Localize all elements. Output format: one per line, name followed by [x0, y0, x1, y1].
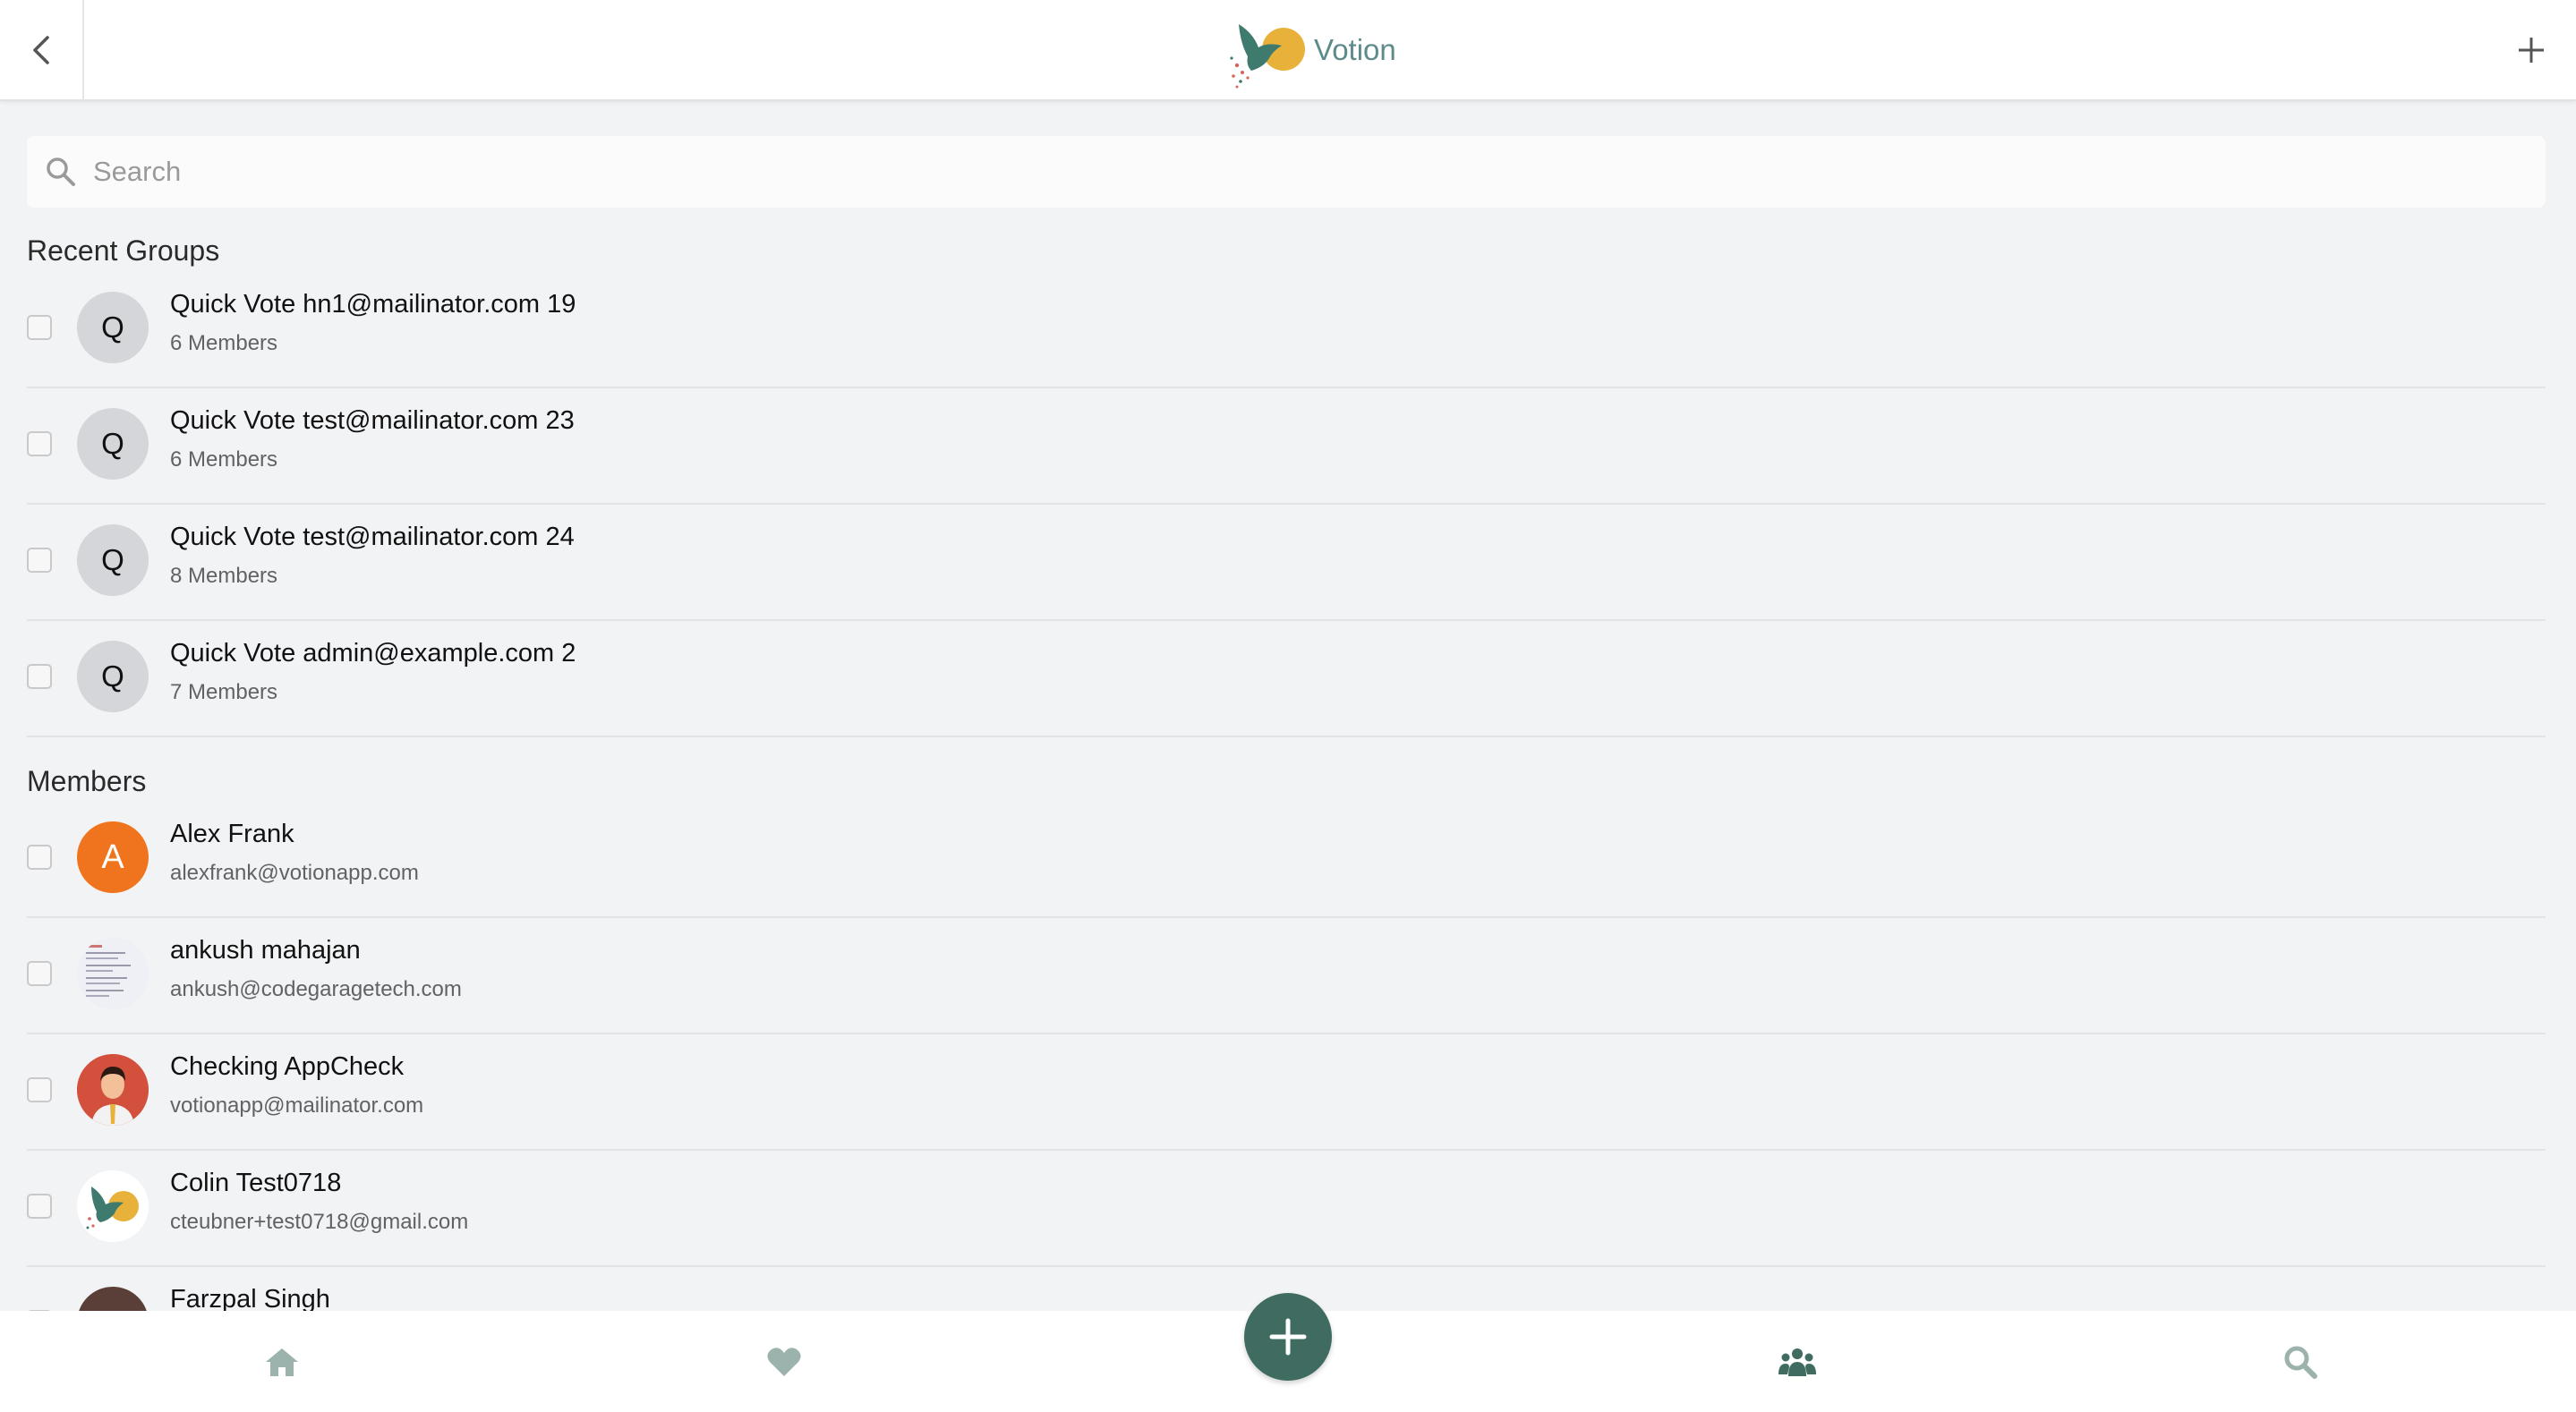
person-avatar-icon [77, 1054, 149, 1126]
avatar [77, 1170, 149, 1242]
group-member-count: 7 Members [170, 680, 278, 704]
group-name: Quick Vote hn1@mailinator.com 19 [170, 290, 576, 319]
search-input[interactable] [91, 140, 2546, 204]
member-email: cteubner+test0718@gmail.com [170, 1210, 469, 1234]
heart-icon [767, 1347, 801, 1376]
member-checkbox[interactable] [27, 845, 52, 870]
member-checkbox[interactable] [27, 1077, 52, 1102]
group-checkbox[interactable] [27, 431, 52, 456]
plus-icon [1269, 1318, 1307, 1356]
avatar: A [77, 821, 149, 893]
screenshot-thumbnail-icon [77, 938, 149, 1009]
tab-search[interactable] [2247, 1311, 2354, 1412]
group-name: Quick Vote test@mailinator.com 23 [170, 406, 575, 435]
recent-groups-heading: Recent Groups [27, 234, 220, 267]
group-avatar: Q [77, 292, 149, 363]
group-row[interactable]: Q Quick Vote test@mailinator.com 24 8 Me… [27, 505, 2546, 621]
tab-groups[interactable] [1744, 1311, 1851, 1412]
plus-icon [2519, 37, 2544, 63]
group-avatar: Q [77, 524, 149, 596]
search-bar[interactable] [27, 136, 2546, 208]
group-checkbox[interactable] [27, 548, 52, 573]
member-email: ankush@codegaragetech.com [170, 977, 462, 1001]
group-member-count: 6 Members [170, 331, 278, 355]
people-icon [1778, 1348, 1816, 1376]
group-name: Quick Vote admin@example.com 2 [170, 639, 576, 668]
member-email: votionapp@mailinator.com [170, 1093, 424, 1118]
dove-logo-icon [1230, 24, 1305, 89]
chevron-left-icon [33, 35, 49, 64]
group-row[interactable]: Q Quick Vote admin@example.com 2 7 Membe… [27, 621, 2546, 737]
group-avatar: Q [77, 408, 149, 480]
votion-logo-icon [77, 1170, 149, 1242]
app-logo: Votion [1228, 11, 1396, 89]
member-name: Colin Test0718 [170, 1169, 342, 1197]
member-checkbox[interactable] [27, 961, 52, 986]
group-checkbox[interactable] [27, 664, 52, 689]
group-name: Quick Vote test@mailinator.com 24 [170, 523, 575, 551]
add-button[interactable] [2486, 0, 2576, 99]
members-heading: Members [27, 765, 147, 797]
group-row[interactable]: Q Quick Vote hn1@mailinator.com 19 6 Mem… [27, 272, 2546, 388]
group-member-count: 6 Members [170, 447, 278, 472]
member-row[interactable]: Colin Test0718 cteubner+test0718@gmail.c… [27, 1151, 2546, 1267]
group-checkbox[interactable] [27, 315, 52, 340]
search-icon [43, 154, 79, 190]
avatar [77, 938, 149, 1009]
group-member-count: 8 Members [170, 564, 278, 588]
member-email: alexfrank@votionapp.com [170, 861, 419, 885]
tab-favorites[interactable] [730, 1311, 838, 1412]
search-icon [2284, 1346, 2317, 1379]
member-name: Alex Frank [170, 820, 294, 848]
group-avatar: Q [77, 641, 149, 712]
avatar [77, 1054, 149, 1126]
home-icon [266, 1348, 298, 1376]
member-row[interactable]: ankush mahajan ankush@codegaragetech.com [27, 918, 2546, 1034]
top-header: Votion [0, 0, 2576, 101]
member-row[interactable]: A Alex Frank alexfrank@votionapp.com [27, 802, 2546, 918]
tab-home[interactable] [228, 1311, 336, 1412]
group-row[interactable]: Q Quick Vote test@mailinator.com 23 6 Me… [27, 388, 2546, 505]
member-row[interactable]: Checking AppCheck votionapp@mailinator.c… [27, 1034, 2546, 1151]
back-button[interactable] [0, 0, 84, 99]
member-name: Checking AppCheck [170, 1052, 405, 1081]
brand-name: Votion [1314, 33, 1396, 66]
create-vote-fab[interactable] [1244, 1293, 1332, 1381]
member-name: ankush mahajan [170, 936, 361, 965]
member-checkbox[interactable] [27, 1194, 52, 1219]
